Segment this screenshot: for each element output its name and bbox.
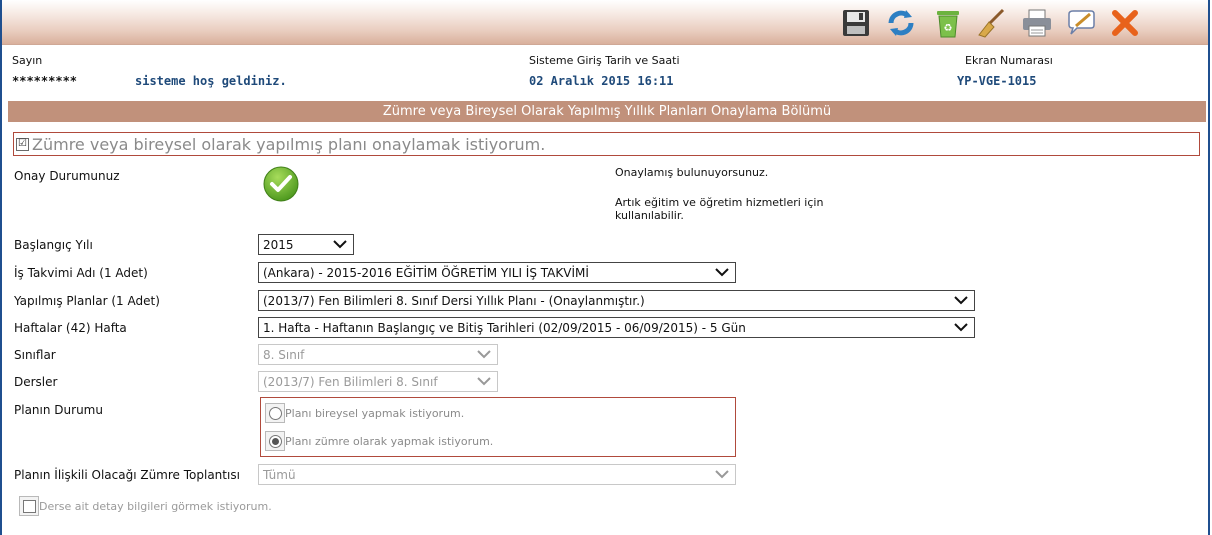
printer-icon[interactable] [1020,6,1054,40]
chevron-down-icon [715,268,729,277]
comment-icon[interactable] [1064,6,1098,40]
classes-select[interactable]: 8. Sınıf [258,344,498,365]
radio-frame [265,403,285,423]
confirm-approval-row: ☑ Zümre veya bireysel olarak yapılmış pl… [13,132,1200,156]
radio-selected-dot [271,437,279,445]
calendar-label: İş Takvimi Adı (1 Adet) [14,266,148,280]
approval-message: Onaylamış bulunuyorsunuz. [615,166,769,179]
lessons-label: Dersler [14,375,58,389]
weeks-value: 1. Hafta - Haftanın Başlangıç ve Bitiş T… [263,320,746,335]
radio-group-row[interactable]: Planı zümre olarak yapmak istiyorum. [265,431,493,451]
approval-status-label: Onay Durumunuz [14,169,120,183]
greeting-label: Sayın [12,54,43,67]
detail-label: Derse ait detay bilgileri görmek istiyor… [39,499,272,513]
user-name-masked: ********* [12,74,78,88]
meeting-select[interactable]: Tümü [258,464,736,485]
classes-label: Sınıflar [14,348,56,362]
radio-frame [265,431,285,451]
calendar-select[interactable]: (Ankara) - 2015-2016 EĞİTİM ÖĞRETİM YILI… [258,262,736,283]
chevron-down-icon [954,323,968,332]
radio-individual[interactable] [268,406,282,420]
broom-icon[interactable] [974,6,1008,40]
chevron-down-icon [477,350,491,359]
window-frame: ♻ Sayın ********* sisteme hoş geldiniz. … [0,0,1210,535]
detail-checkbox-row[interactable]: Derse ait detay bilgileri görmek istiyor… [19,496,272,516]
screen-number-label: Ekran Numarası [965,54,1053,67]
lessons-select[interactable]: (2013/7) Fen Bilimleri 8. Sınıf [258,371,498,392]
confirm-label: Zümre veya bireysel olarak yapılmış plan… [32,134,546,154]
plans-select[interactable]: (2013/7) Fen Bilimleri 8. Sınıf Dersi Yı… [258,290,975,311]
classes-value: 8. Sınıf [263,347,305,362]
radio-group-label: Planı zümre olarak yapmak istiyorum. [285,434,494,448]
svg-text:♻: ♻ [944,23,953,34]
lessons-value: (2013/7) Fen Bilimleri 8. Sınıf [263,374,438,389]
calendar-value: (Ankara) - 2015-2016 EĞİTİM ÖĞRETİM YILI… [263,265,589,280]
chevron-down-icon [477,377,491,386]
radio-individual-label: Planı bireysel yapmak istiyorum. [285,406,465,420]
meeting-value: Tümü [263,467,296,482]
toolbar: ♻ [2,0,1208,45]
confirm-checkbox[interactable]: ☑ [16,137,29,151]
radio-group[interactable] [268,434,282,448]
plan-status-group: Planı bireysel yapmak istiyorum. Planı z… [260,397,736,457]
chevron-down-icon [954,296,968,305]
radio-individual-row[interactable]: Planı bireysel yapmak istiyorum. [265,403,464,423]
chevron-down-icon [715,470,729,479]
meeting-label: Planın İlişkili Olacağı Zümre Toplantısı [14,468,240,482]
chevron-down-icon [333,240,347,249]
login-time-value: 02 Aralık 2015 16:11 [529,74,674,88]
start-year-label: Başlangıç Yılı [14,238,93,252]
screen-number-value: YP-VGE-1015 [957,74,1037,88]
detail-checkbox-frame [19,496,39,516]
section-title: Zümre veya Bireysel Olarak Yapılmış Yıll… [8,101,1206,122]
weeks-label: Haftalar (42) Hafta [14,321,127,335]
check-circle-icon [262,165,300,203]
plans-value: (2013/7) Fen Bilimleri 8. Sınıf Dersi Yı… [263,293,645,308]
approval-message-detail: Artık eğitim ve öğretim hizmetleri için … [615,196,824,222]
start-year-value: 2015 [263,237,294,252]
weeks-select[interactable]: 1. Hafta - Haftanın Başlangıç ve Bitiş T… [258,317,975,338]
welcome-text: sisteme hoş geldiniz. [135,74,287,88]
save-icon[interactable] [839,6,873,40]
start-year-select[interactable]: 2015 [258,234,354,255]
detail-checkbox[interactable] [22,499,36,513]
close-icon[interactable] [1108,6,1142,40]
refresh-icon[interactable] [884,6,918,40]
login-time-label: Sisteme Giriş Tarih ve Saati [529,54,680,67]
recycle-bin-icon[interactable]: ♻ [931,6,965,40]
plan-status-label: Planın Durumu [14,403,103,417]
plans-label: Yapılmış Planlar (1 Adet) [14,294,160,308]
